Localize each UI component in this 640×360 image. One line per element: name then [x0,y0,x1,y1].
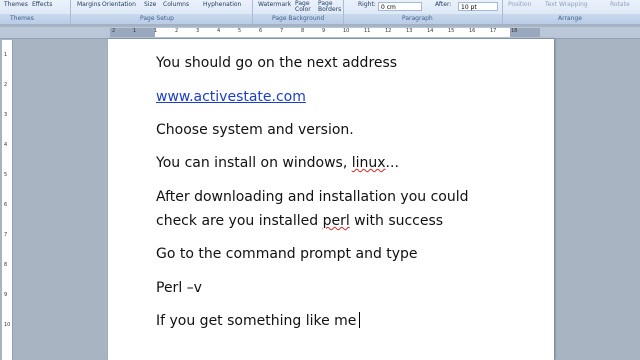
hyphenation-button[interactable]: Hyphenation [203,1,241,8]
misspelled-word[interactable]: perl [323,213,350,229]
text-wrapping-button[interactable]: Text Wrapping [545,1,588,8]
doc-text: check are you installed [156,213,323,229]
ruler-number: 7 [4,232,8,238]
ruler-number: 9 [322,28,326,34]
ruler-number: 4 [4,142,8,148]
effects-button[interactable]: Effects [32,1,52,8]
ruler-number: 12 [385,28,392,34]
group-arrange: Arrange [558,15,582,22]
text-cursor [359,312,361,328]
space-after-field[interactable]: 10 pt [458,2,498,11]
vertical-ruler[interactable]: 1 2 3 4 5 6 7 8 9 10 [2,40,13,360]
watermark-button[interactable]: Watermark [258,1,291,8]
doc-line: After downloading and installation you c… [156,189,469,205]
doc-line: Perl –v [156,280,202,296]
ruler-number: 18 [511,28,518,34]
group-separator [252,0,253,24]
orientation-button[interactable]: Orientation [102,1,136,8]
size-button[interactable]: Size [144,1,156,8]
margins-button[interactable]: Margins [77,1,101,8]
ruler-number: 10 [343,28,350,34]
doc-text: You can install on windows, [156,155,352,171]
ribbon-top-row: Themes Effects Margins Orientation Size … [0,0,640,13]
ruler-number: 16 [469,28,476,34]
ruler-number: 6 [259,28,263,34]
ruler-number: 4 [217,28,221,34]
space-after-label: After: [435,1,452,8]
ruler-number: 10 [4,322,11,328]
ruler-number: 5 [238,28,242,34]
ruler-number: 14 [427,28,434,34]
page-color-button[interactable]: Page Color [295,1,311,13]
ruler-number: 3 [196,28,200,34]
ruler-number: 1 [4,52,8,58]
ruler-number: 13 [406,28,413,34]
ruler-number: 7 [280,28,284,34]
doc-text: ... [385,155,399,171]
doc-line: check are you installed perl with succes… [156,210,443,233]
group-separator [502,0,503,24]
ruler-number: 11 [364,28,371,34]
doc-text: with success [349,213,444,229]
group-themes: Themes [10,15,34,22]
themes-button[interactable]: Themes [4,1,28,8]
right-indent-field[interactable]: 0 cm [378,2,422,11]
ruler-number: 8 [301,28,305,34]
ruler-number: 1 [154,28,158,34]
ribbon-group-labels: Themes Page Setup Page Background Paragr… [0,14,640,24]
ruler-number: 6 [4,202,8,208]
doc-line: If you get something like me [156,310,361,333]
page-borders-button[interactable]: Page Borders [318,1,341,13]
doc-line: Choose system and version. [156,122,354,138]
doc-line: You can install on windows, linux... [156,152,399,175]
misspelled-word[interactable]: linux [352,155,386,171]
ruler-text-area [155,28,510,37]
ruler-number: 2 [112,28,116,34]
right-indent-label: Right: [358,1,376,8]
ruler-number: 15 [448,28,455,34]
rotate-button[interactable]: Rotate [610,1,630,8]
group-separator [343,0,344,24]
ruler-number: 5 [4,172,8,178]
ruler-number: 3 [4,112,8,118]
ruler-number: 17 [490,28,497,34]
columns-button[interactable]: Columns [163,1,189,8]
doc-link[interactable]: www.activestate.com [156,86,306,109]
doc-text: If you get something like me [156,313,357,329]
group-page-background: Page Background [272,15,325,22]
horizontal-ruler[interactable]: 2 1 1 2 3 4 5 6 7 8 9 10 11 12 13 14 15 16 17 18 [0,27,640,39]
ruler-number: 1 [133,28,137,34]
position-button[interactable]: Position [508,1,531,8]
ruler-number: 2 [4,82,8,88]
ruler-number: 2 [175,28,179,34]
document-page[interactable]: You should go on the next address www.ac… [108,39,554,360]
group-paragraph: Paragraph [402,15,433,22]
ribbon: Themes Effects Margins Orientation Size … [0,0,640,25]
ruler-number: 8 [4,262,8,268]
group-separator [70,0,71,24]
group-page-setup: Page Setup [140,15,174,22]
doc-line: Go to the command prompt and type [156,246,418,262]
ruler-number: 9 [4,292,8,298]
doc-line: You should go on the next address [156,55,398,71]
